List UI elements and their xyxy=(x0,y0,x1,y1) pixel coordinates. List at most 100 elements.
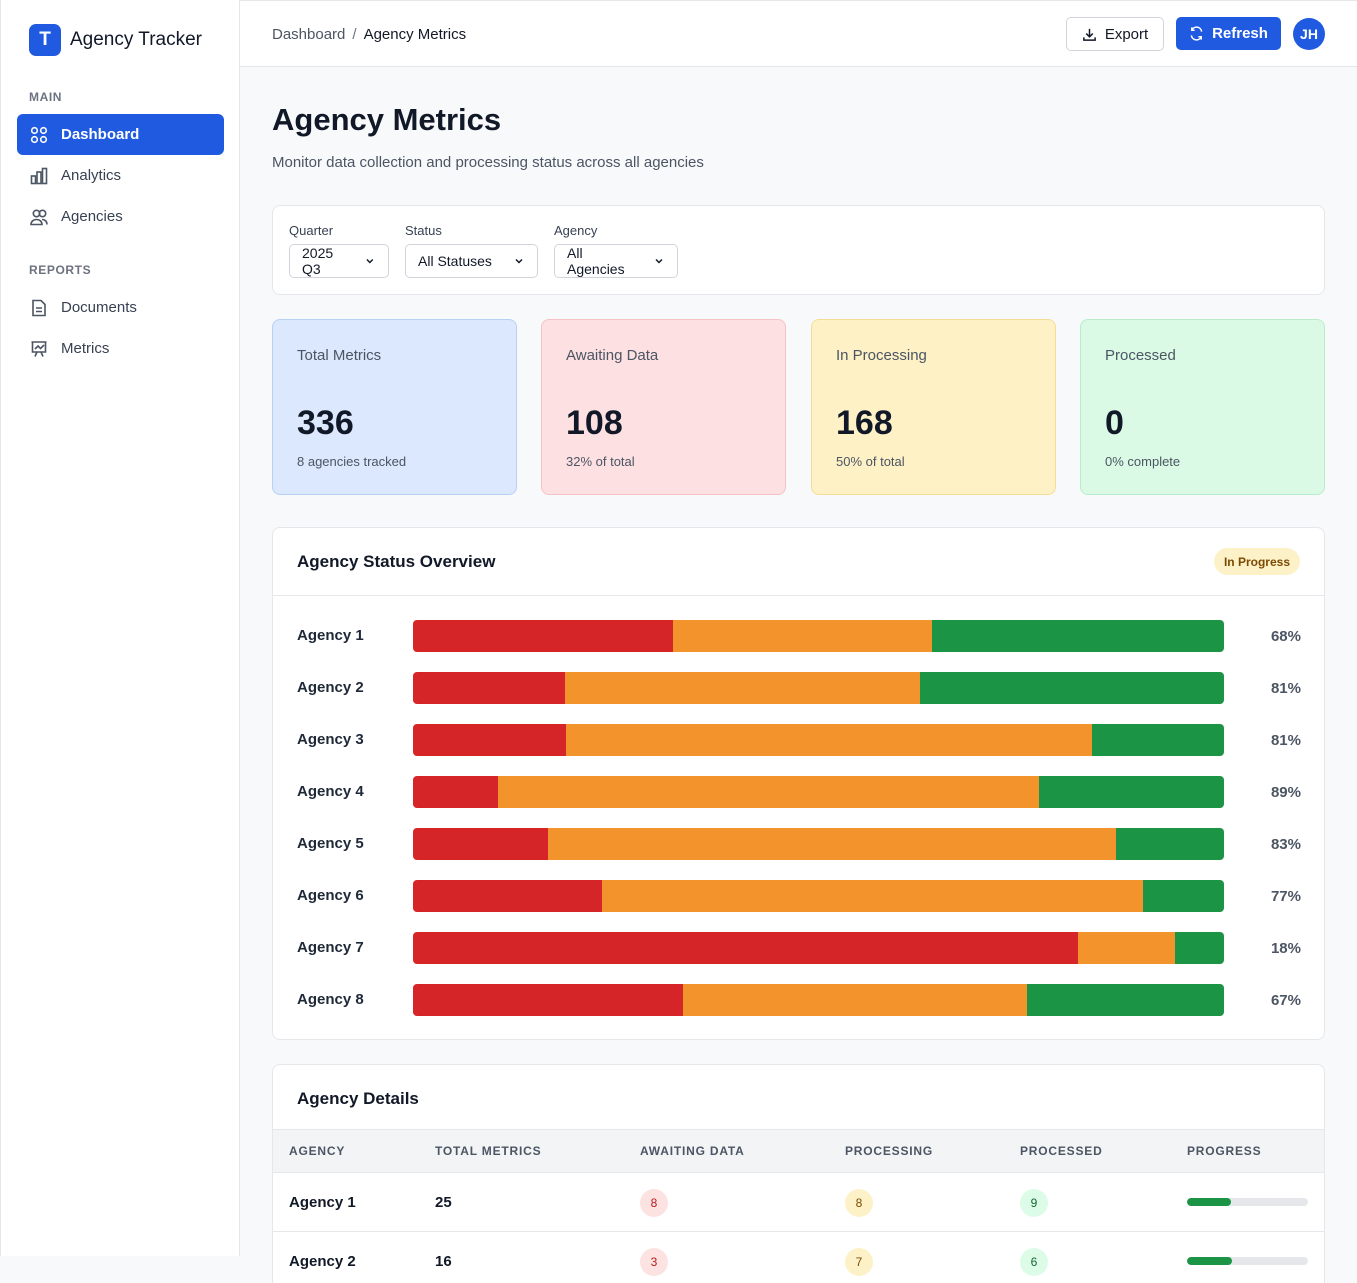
sidebar-item-metrics[interactable]: Metrics xyxy=(17,328,224,369)
agency-select[interactable]: All Agencies xyxy=(554,244,678,278)
processed-segment xyxy=(1142,880,1224,912)
breadcrumb-dashboard[interactable]: Dashboard xyxy=(272,26,345,43)
cell-agency: Agency 1 xyxy=(289,1194,356,1211)
processed-segment xyxy=(1116,828,1224,860)
column-header-processed[interactable]: PROCESSED xyxy=(1020,1144,1103,1158)
processed-segment xyxy=(1039,776,1224,808)
document-icon xyxy=(30,299,48,317)
table-row[interactable]: Agency 1 25 8 8 9 xyxy=(273,1173,1324,1232)
filter-bar: Quarter 2025 Q3 Status All Statuses Agen… xyxy=(272,205,1325,295)
sidebar-item-label: Metrics xyxy=(61,340,110,357)
stat-card-note: 0% complete xyxy=(1105,454,1181,469)
sidebar-item-documents[interactable]: Documents xyxy=(17,287,224,328)
status-bar-row[interactable]: Agency 5 83% xyxy=(297,828,1301,860)
sidebar-item-label: Analytics xyxy=(61,167,122,184)
sidebar-item-dashboard[interactable]: Dashboard xyxy=(17,114,224,155)
chevron-down-icon xyxy=(515,258,523,264)
status-select[interactable]: All Statuses xyxy=(405,244,538,278)
stat-card-value: 108 xyxy=(566,404,623,442)
processed-segment xyxy=(1091,724,1224,756)
stat-card-label: Awaiting Data xyxy=(566,347,659,364)
agency-details-title: Agency Details xyxy=(297,1089,419,1108)
processing-segment xyxy=(672,620,933,652)
divider xyxy=(273,595,1324,596)
page-title: Agency Metrics xyxy=(272,102,502,137)
status-bar-row[interactable]: Agency 7 18% xyxy=(297,932,1301,964)
nav-section-reports: REPORTS xyxy=(29,263,92,277)
table-header: AGENCY TOTAL METRICS AWAITING DATA PROCE… xyxy=(273,1129,1324,1173)
status-bar-percent: 68% xyxy=(1270,628,1301,645)
column-header-agency[interactable]: AGENCY xyxy=(289,1144,345,1158)
export-button[interactable]: Export xyxy=(1066,17,1164,51)
stat-card-processed: Processed 0 0% complete xyxy=(1080,319,1325,495)
cell-total-metrics: 25 xyxy=(435,1194,452,1211)
stat-card-label: In Processing xyxy=(836,347,927,364)
export-label: Export xyxy=(1104,25,1149,43)
agency-select-value: All Agencies xyxy=(567,245,625,277)
status-bar-percent: 81% xyxy=(1270,732,1301,749)
stat-card-processing: In Processing 168 50% of total xyxy=(811,319,1056,495)
status-bar-agency-name: Agency 4 xyxy=(297,783,364,800)
status-bar-agency-name: Agency 7 xyxy=(297,939,364,956)
status-bar-row[interactable]: Agency 2 81% xyxy=(297,672,1301,704)
stat-card-note: 32% of total xyxy=(566,454,635,469)
stat-card-label: Total Metrics xyxy=(297,347,382,364)
status-filter: Status All Statuses xyxy=(405,223,538,278)
agency-filter: Agency All Agencies xyxy=(554,223,678,278)
column-header-total-metrics[interactable]: TOTAL METRICS xyxy=(435,1144,541,1158)
stacked-status-bar xyxy=(413,776,1224,808)
processed-segment xyxy=(1175,932,1224,964)
sidebar-item-agencies[interactable]: Agencies xyxy=(17,196,224,237)
stacked-status-bar xyxy=(413,880,1224,912)
stat-card-value: 0 xyxy=(1105,404,1124,442)
status-overview-panel: Agency Status Overview In Progress Agenc… xyxy=(272,527,1325,1040)
processed-segment xyxy=(919,672,1224,704)
quarter-filter-label: Quarter xyxy=(289,223,334,238)
progress-fill xyxy=(1187,1198,1231,1206)
awaiting-segment xyxy=(413,724,567,756)
awaiting-segment xyxy=(413,620,673,652)
quarter-select-value: 2025 Q3 xyxy=(302,245,334,277)
column-header-awaiting-data[interactable]: AWAITING DATA xyxy=(640,1144,745,1158)
column-header-progress[interactable]: PROGRESS xyxy=(1187,1144,1261,1158)
table-row[interactable]: Agency 2 16 3 7 6 xyxy=(273,1232,1324,1283)
status-bar-row[interactable]: Agency 4 89% xyxy=(297,776,1301,808)
awaiting-segment xyxy=(413,672,565,704)
users-icon xyxy=(30,208,48,226)
status-bar-row[interactable]: Agency 8 67% xyxy=(297,984,1301,1016)
progress-bar xyxy=(1187,1198,1308,1206)
breadcrumb-current: Agency Metrics xyxy=(363,26,467,43)
sidebar-item-label: Documents xyxy=(61,299,137,316)
stacked-status-bar xyxy=(413,984,1224,1016)
sidebar-item-label: Agencies xyxy=(61,208,123,225)
presentation-chart-icon xyxy=(30,340,48,358)
brand[interactable]: T Agency Tracker xyxy=(29,24,202,56)
avatar[interactable]: JH xyxy=(1293,18,1325,50)
stacked-status-bar xyxy=(413,620,1224,652)
stacked-status-bar xyxy=(413,724,1224,756)
processed-segment xyxy=(932,620,1224,652)
awaiting-segment xyxy=(413,984,684,1016)
refresh-button[interactable]: Refresh xyxy=(1176,17,1281,50)
quarter-select[interactable]: 2025 Q3 xyxy=(289,244,389,278)
processed-count-badge: 9 xyxy=(1020,1189,1048,1217)
status-bar-row[interactable]: Agency 6 77% xyxy=(297,880,1301,912)
status-bar-row[interactable]: Agency 3 81% xyxy=(297,724,1301,756)
top-bar: Dashboard / Agency Metrics Export Refresh … xyxy=(240,0,1357,67)
page-subtitle: Monitor data collection and processing s… xyxy=(272,154,704,171)
cell-total-metrics: 16 xyxy=(435,1253,452,1270)
sidebar-item-label: Dashboard xyxy=(61,126,140,143)
status-bar-percent: 81% xyxy=(1270,680,1301,697)
sidebar-item-analytics[interactable]: Analytics xyxy=(17,155,224,196)
progress-fill xyxy=(1187,1257,1233,1265)
status-bar-row[interactable]: Agency 1 68% xyxy=(297,620,1301,652)
status-select-value: All Statuses xyxy=(418,253,492,269)
processing-segment xyxy=(564,672,920,704)
processed-count-badge: 6 xyxy=(1020,1248,1048,1276)
stacked-status-bar xyxy=(413,672,1224,704)
breadcrumb: Dashboard / Agency Metrics xyxy=(272,26,466,43)
awaiting-segment xyxy=(413,932,1079,964)
column-header-processing[interactable]: PROCESSING xyxy=(845,1144,933,1158)
status-bar-agency-name: Agency 5 xyxy=(297,835,364,852)
status-bar-agency-name: Agency 8 xyxy=(297,991,364,1008)
